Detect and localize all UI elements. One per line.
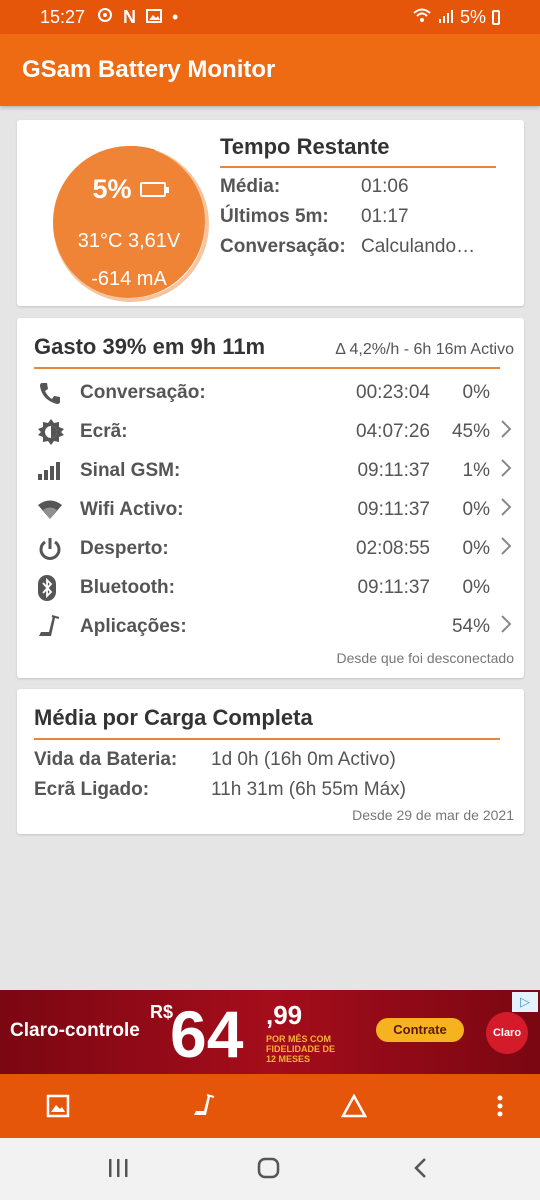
wifi-icon <box>37 495 77 525</box>
wifi-icon <box>412 7 432 28</box>
usage-title: Gasto 39% em 9h 11m <box>34 334 266 359</box>
chevron-right-icon <box>490 614 512 640</box>
ad-price: 64 <box>170 997 244 1071</box>
apps-icon[interactable] <box>191 1092 219 1120</box>
battery-text: 5% <box>459 6 486 27</box>
app-bar: GSam Battery Monitor <box>0 34 540 106</box>
battery-icon <box>492 9 500 25</box>
divider <box>220 166 496 168</box>
adchoices-icon[interactable]: ▷ <box>512 992 538 1012</box>
usage-row-talk[interactable]: Conversação: 00:23:04 0% <box>37 374 514 412</box>
average-row-battery-life: Vida da Bateria: 1d 0h (16h 0m Activo) <box>34 749 396 770</box>
usage-row-screen[interactable]: Ecrã: 04:07:26 45% <box>37 413 514 451</box>
usage-row-bluetooth[interactable]: Bluetooth: 09:11:37 0% <box>37 569 514 607</box>
average-title: Média por Carga Completa <box>34 705 313 730</box>
usage-row-wifi[interactable]: Wifi Activo: 09:11:37 0% <box>37 491 514 529</box>
usage-footnote: Desde que foi desconectado <box>336 650 514 666</box>
battery-percent: 5% <box>92 174 132 204</box>
remaining-time-title: Tempo Restante <box>220 134 390 159</box>
temp-voltage: 31°C 3,61V <box>77 230 181 252</box>
signal-icon <box>438 7 454 28</box>
image-icon <box>146 7 163 28</box>
ad-banner[interactable]: Claro-controle R$ 64 ,99 POR MÊS COM FID… <box>0 990 540 1074</box>
ad-fine-print: POR MÊS COM FIDELIDADE DE 12 MESES <box>266 1034 336 1064</box>
netflix-icon: N <box>123 6 137 27</box>
divider <box>34 738 500 740</box>
usage-row-gsm[interactable]: Sinal GSM: 09:11:37 1% <box>37 452 514 490</box>
remaining-row-talk: Conversação: Calculando… <box>220 236 476 257</box>
chevron-right-icon <box>490 419 512 445</box>
chevron-right-icon <box>490 458 512 484</box>
delta-icon[interactable] <box>340 1092 368 1120</box>
remaining-row-average: Média: 01:06 <box>220 176 409 197</box>
power-icon <box>37 534 77 564</box>
status-time: 15:27 <box>40 6 86 27</box>
remaining-row-last5m: Últimos 5m: 01:17 <box>220 206 409 227</box>
chevron-right-icon <box>490 497 512 523</box>
usage-row-apps[interactable]: Aplicações: 54% <box>37 608 514 646</box>
screen-brightness-icon <box>37 417 77 447</box>
remaining-time-card[interactable]: 5% 31°C 3,61V -614 mA Tempo Restante Méd… <box>17 120 524 306</box>
recents-icon[interactable] <box>106 1156 130 1185</box>
ad-price-cents: ,99 <box>266 1000 303 1030</box>
status-bar: 15:27 N • 5% <box>0 0 540 34</box>
dot-icon: • <box>172 6 179 27</box>
average-footnote: Desde 29 de mar de 2021 <box>352 807 514 823</box>
ad-cta-button[interactable]: Contrate <box>376 1018 464 1042</box>
chevron-right-icon <box>490 536 512 562</box>
sync-icon <box>97 7 113 28</box>
battery-gauge[interactable]: 5% 31°C 3,61V -614 mA <box>33 132 209 302</box>
signal-bars-icon <box>37 456 77 486</box>
battery-icon <box>139 182 169 197</box>
image-icon[interactable] <box>44 1092 72 1120</box>
bluetooth-icon <box>37 573 77 603</box>
average-row-screen-on: Ecrã Ligado: 11h 31m (6h 55m Máx) <box>34 779 407 800</box>
current-draw: -614 mA <box>91 268 167 290</box>
bottom-toolbar <box>0 1074 540 1138</box>
ad-logo: Claro <box>486 1012 528 1054</box>
back-icon[interactable] <box>410 1156 430 1185</box>
ad-brand: Claro-controle <box>10 1020 140 1041</box>
usage-card: Gasto 39% em 9h 11m Δ 4,2%/h - 6h 16m Ac… <box>17 318 524 678</box>
average-card: Média por Carga Completa Vida da Bateria… <box>17 689 524 834</box>
phone-icon <box>37 378 77 408</box>
usage-subtitle: Δ 4,2%/h - 6h 16m Activo <box>335 341 514 358</box>
system-nav-bar <box>0 1138 540 1200</box>
app-title: GSam Battery Monitor <box>22 56 276 83</box>
apps-icon <box>37 612 77 642</box>
more-vert-icon[interactable] <box>486 1092 514 1120</box>
home-icon[interactable] <box>256 1156 282 1185</box>
usage-row-awake[interactable]: Desperto: 02:08:55 0% <box>37 530 514 568</box>
divider <box>34 367 500 369</box>
